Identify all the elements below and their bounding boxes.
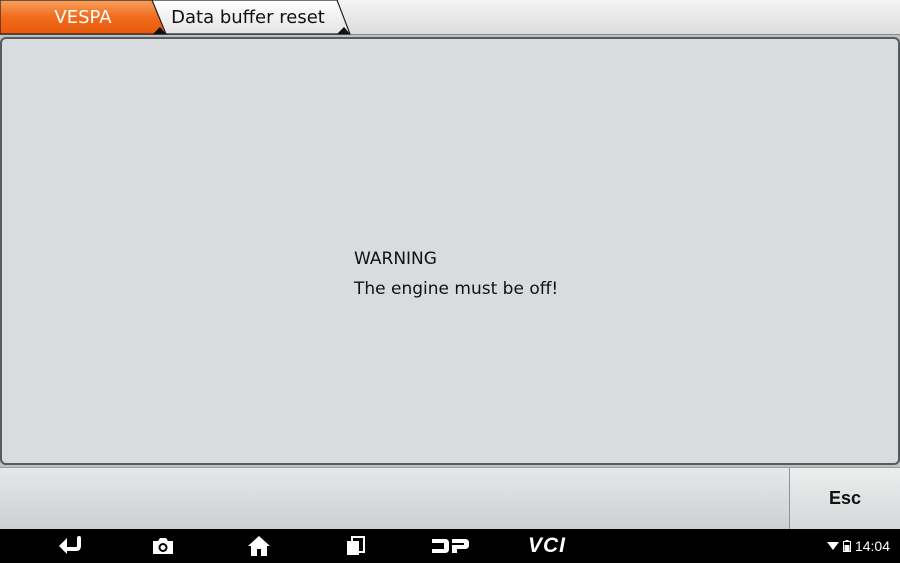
home-icon — [248, 536, 270, 556]
status-area: 14:04 — [826, 529, 890, 563]
warning-message: WARNING The engine must be off! — [354, 244, 558, 304]
back-button[interactable] — [50, 529, 90, 563]
warning-title: WARNING — [354, 249, 437, 269]
breadcrumb-item-label: Data buffer reset — [171, 7, 325, 28]
system-navbar: VCI 14:04 — [0, 529, 900, 563]
vci-button[interactable]: VCI — [520, 529, 574, 563]
esc-button[interactable]: Esc — [789, 468, 900, 529]
camera-icon — [153, 538, 173, 554]
recent-apps-button[interactable] — [335, 529, 375, 563]
screenshot-button[interactable] — [143, 529, 183, 563]
home-button[interactable] — [239, 529, 279, 563]
dp-button[interactable] — [425, 529, 475, 563]
battery-icon — [842, 540, 851, 552]
dp-logo-icon — [432, 539, 469, 553]
recent-apps-icon — [347, 536, 365, 555]
app-window: VESPA Data buffer reset WARNING The engi… — [0, 0, 900, 563]
breadcrumb-item-label: VESPA — [54, 7, 112, 28]
breadcrumb-item-data-buffer-reset[interactable]: Data buffer reset — [168, 0, 348, 35]
breadcrumb: VESPA Data buffer reset — [0, 0, 900, 35]
back-icon — [59, 536, 81, 554]
vci-icon: VCI — [527, 534, 566, 557]
wifi-icon — [826, 542, 839, 550]
message-panel: WARNING The engine must be off! — [0, 37, 900, 465]
clock-time: 14:04 — [854, 538, 890, 554]
button-bar: Esc — [0, 467, 900, 529]
warning-body: The engine must be off! — [354, 279, 559, 299]
breadcrumb-item-vespa[interactable]: VESPA — [0, 0, 168, 35]
